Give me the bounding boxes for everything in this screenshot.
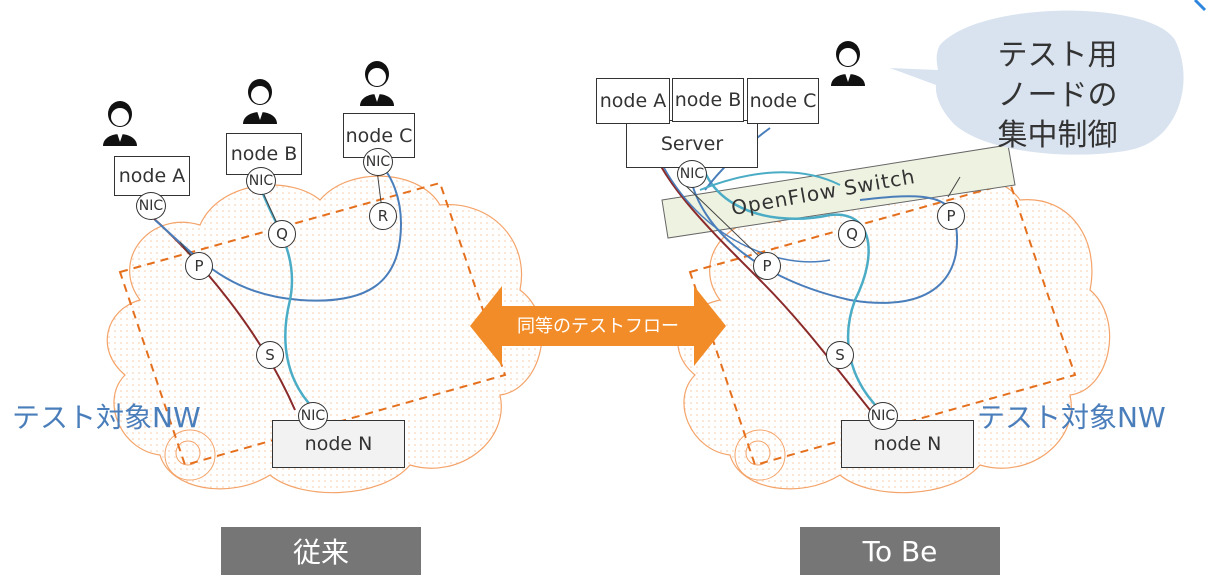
left-switch-s: S [256, 341, 284, 369]
left-network-label: テスト対象NW [12, 401, 201, 434]
left-nic-b: NIC [246, 167, 276, 195]
speech-bubble-text: テスト用 ノードの 集中制御 [945, 36, 1170, 156]
left-nic-c: NIC [363, 148, 393, 176]
right-node-c: node C [747, 78, 819, 124]
right-node-n: node N [841, 420, 974, 468]
right-switch-s: S [826, 341, 854, 369]
right-switch-r: P [937, 202, 965, 230]
left-switch-q: Q [268, 220, 296, 248]
right-node-a: node A [596, 78, 670, 124]
left-nic-a: NIC [136, 192, 166, 220]
right-nic-server: NIC [677, 160, 707, 188]
bubble-line: 集中制御 [997, 118, 1118, 153]
left-caption: 従来 [221, 527, 421, 575]
left-switch-p: P [185, 252, 213, 280]
user-icon [360, 61, 394, 106]
bubble-line: ノードの [997, 78, 1118, 113]
left-nic-n: NIC [298, 402, 328, 430]
user-icon [831, 41, 865, 86]
right-node-b: node B [672, 78, 744, 122]
right-caption: To Be [800, 527, 1000, 575]
right-network-label: テスト対象NW [977, 401, 1166, 434]
user-icon [103, 101, 137, 146]
partial-arc [1193, 0, 1207, 12]
left-switch-r: R [369, 202, 397, 230]
left-node-n: node N [272, 420, 405, 468]
right-nic-n: NIC [868, 402, 898, 430]
right-switch-q: Q [838, 220, 866, 248]
bubble-line: テスト用 [997, 38, 1118, 73]
user-icon [243, 79, 277, 124]
right-switch-p-lower: P [753, 252, 781, 280]
left-node-a: node A [114, 156, 190, 196]
arrow-label: 同等のテストフロー [517, 316, 679, 337]
